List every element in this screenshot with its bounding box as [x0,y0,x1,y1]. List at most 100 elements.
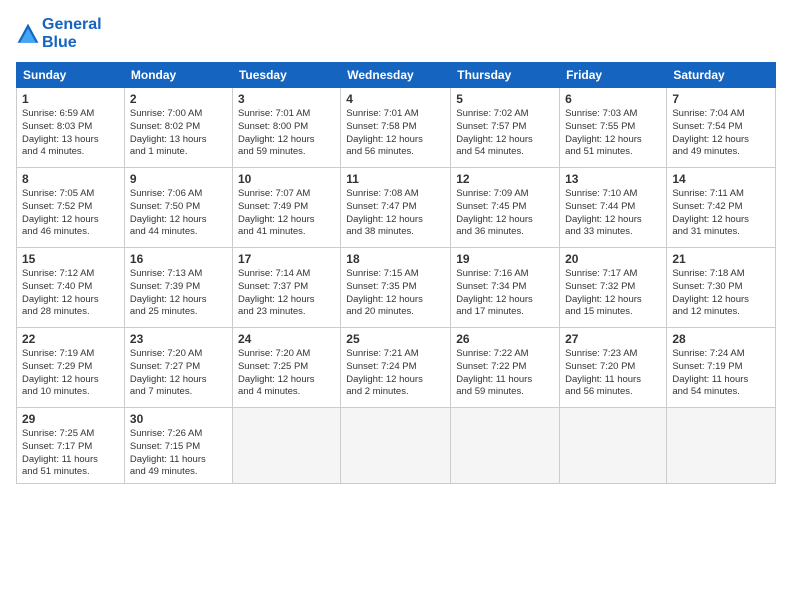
table-row: 18 Sunrise: 7:15 AM Sunset: 7:35 PM Dayli… [341,248,451,328]
table-row: 9 Sunrise: 7:06 AM Sunset: 7:50 PM Daylig… [124,168,232,248]
table-row: 28 Sunrise: 7:24 AM Sunset: 7:19 PM Dayli… [667,328,776,408]
day-info: Sunrise: 7:22 AM Sunset: 7:22 PM Dayligh… [456,348,554,399]
day-info: Sunrise: 7:24 AM Sunset: 7:19 PM Dayligh… [672,348,770,399]
table-row: 12 Sunrise: 7:09 AM Sunset: 7:45 PM Dayli… [451,168,560,248]
day-number: 15 [22,252,119,266]
day-info: Sunrise: 7:12 AM Sunset: 7:40 PM Dayligh… [22,268,119,319]
calendar-header-row: Sunday Monday Tuesday Wednesday Thursday… [17,63,776,88]
table-row: 4 Sunrise: 7:01 AM Sunset: 7:58 PM Daylig… [341,88,451,168]
table-row: 26 Sunrise: 7:22 AM Sunset: 7:22 PM Dayli… [451,328,560,408]
table-row: 20 Sunrise: 7:17 AM Sunset: 7:32 PM Dayli… [560,248,667,328]
logo: General Blue [16,16,102,52]
day-number: 1 [22,92,119,106]
day-info: Sunrise: 7:20 AM Sunset: 7:25 PM Dayligh… [238,348,335,399]
day-number: 27 [565,332,661,346]
calendar-table: Sunday Monday Tuesday Wednesday Thursday… [16,62,776,484]
calendar-week-row: 15 Sunrise: 7:12 AM Sunset: 7:40 PM Dayli… [17,248,776,328]
day-number: 23 [130,332,227,346]
table-row: 27 Sunrise: 7:23 AM Sunset: 7:20 PM Dayli… [560,328,667,408]
day-number: 3 [238,92,335,106]
day-info: Sunrise: 7:19 AM Sunset: 7:29 PM Dayligh… [22,348,119,399]
day-info: Sunrise: 7:17 AM Sunset: 7:32 PM Dayligh… [565,268,661,319]
day-info: Sunrise: 7:00 AM Sunset: 8:02 PM Dayligh… [130,108,227,159]
logo-icon [16,22,40,46]
day-number: 13 [565,172,661,186]
table-row: 7Sunrise: 7:04 AM Sunset: 7:54 PM Daylig… [667,88,776,168]
table-row: 30 Sunrise: 7:26 AM Sunset: 7:15 PM Dayli… [124,408,232,484]
table-row: 19 Sunrise: 7:16 AM Sunset: 7:34 PM Dayli… [451,248,560,328]
day-number: 25 [346,332,445,346]
day-number: 20 [565,252,661,266]
table-row: 21Sunrise: 7:18 AM Sunset: 7:30 PM Dayli… [667,248,776,328]
day-number: 6 [565,92,661,106]
day-info: Sunrise: 7:01 AM Sunset: 8:00 PM Dayligh… [238,108,335,159]
col-saturday: Saturday [667,63,776,88]
day-info: Sunrise: 7:16 AM Sunset: 7:34 PM Dayligh… [456,268,554,319]
table-row: 2 Sunrise: 7:00 AM Sunset: 8:02 PM Daylig… [124,88,232,168]
day-number: 8 [22,172,119,186]
day-info: Sunrise: 7:03 AM Sunset: 7:55 PM Dayligh… [565,108,661,159]
day-info: Sunrise: 7:15 AM Sunset: 7:35 PM Dayligh… [346,268,445,319]
day-info: Sunrise: 7:23 AM Sunset: 7:20 PM Dayligh… [565,348,661,399]
col-tuesday: Tuesday [232,63,340,88]
table-row: 17 Sunrise: 7:14 AM Sunset: 7:37 PM Dayli… [232,248,340,328]
table-row [560,408,667,484]
table-row: 8 Sunrise: 7:05 AM Sunset: 7:52 PM Daylig… [17,168,125,248]
day-number: 19 [456,252,554,266]
day-number: 9 [130,172,227,186]
day-number: 10 [238,172,335,186]
table-row: 29Sunrise: 7:25 AM Sunset: 7:17 PM Dayli… [17,408,125,484]
page: General Blue Sunday Monday Tuesday Wedne… [0,0,792,612]
day-info: Sunrise: 6:59 AM Sunset: 8:03 PM Dayligh… [22,108,119,159]
day-number: 2 [130,92,227,106]
table-row [667,408,776,484]
col-monday: Monday [124,63,232,88]
day-number: 22 [22,332,119,346]
day-info: Sunrise: 7:14 AM Sunset: 7:37 PM Dayligh… [238,268,335,319]
day-info: Sunrise: 7:01 AM Sunset: 7:58 PM Dayligh… [346,108,445,159]
day-info: Sunrise: 7:02 AM Sunset: 7:57 PM Dayligh… [456,108,554,159]
day-number: 5 [456,92,554,106]
day-info: Sunrise: 7:26 AM Sunset: 7:15 PM Dayligh… [130,428,227,479]
table-row: 5 Sunrise: 7:02 AM Sunset: 7:57 PM Daylig… [451,88,560,168]
table-row: 16 Sunrise: 7:13 AM Sunset: 7:39 PM Dayli… [124,248,232,328]
col-sunday: Sunday [17,63,125,88]
calendar-week-row: 1 Sunrise: 6:59 AM Sunset: 8:03 PM Daylig… [17,88,776,168]
col-thursday: Thursday [451,63,560,88]
day-info: Sunrise: 7:20 AM Sunset: 7:27 PM Dayligh… [130,348,227,399]
table-row [232,408,340,484]
day-info: Sunrise: 7:05 AM Sunset: 7:52 PM Dayligh… [22,188,119,239]
day-number: 30 [130,412,227,426]
day-info: Sunrise: 7:21 AM Sunset: 7:24 PM Dayligh… [346,348,445,399]
day-number: 12 [456,172,554,186]
col-friday: Friday [560,63,667,88]
table-row [451,408,560,484]
table-row: 24Sunrise: 7:20 AM Sunset: 7:25 PM Dayli… [232,328,340,408]
day-number: 26 [456,332,554,346]
calendar-week-row: 8 Sunrise: 7:05 AM Sunset: 7:52 PM Daylig… [17,168,776,248]
day-info: Sunrise: 7:06 AM Sunset: 7:50 PM Dayligh… [130,188,227,239]
day-number: 4 [346,92,445,106]
day-info: Sunrise: 7:25 AM Sunset: 7:17 PM Dayligh… [22,428,119,479]
table-row: 25 Sunrise: 7:21 AM Sunset: 7:24 PM Dayli… [341,328,451,408]
table-row: 13 Sunrise: 7:10 AM Sunset: 7:44 PM Dayli… [560,168,667,248]
day-info: Sunrise: 7:09 AM Sunset: 7:45 PM Dayligh… [456,188,554,239]
day-number: 17 [238,252,335,266]
day-info: Sunrise: 7:11 AM Sunset: 7:42 PM Dayligh… [672,188,770,239]
day-info: Sunrise: 7:07 AM Sunset: 7:49 PM Dayligh… [238,188,335,239]
table-row: 14Sunrise: 7:11 AM Sunset: 7:42 PM Dayli… [667,168,776,248]
day-number: 18 [346,252,445,266]
table-row: 6 Sunrise: 7:03 AM Sunset: 7:55 PM Daylig… [560,88,667,168]
table-row [341,408,451,484]
table-row: 1 Sunrise: 6:59 AM Sunset: 8:03 PM Daylig… [17,88,125,168]
day-number: 16 [130,252,227,266]
col-wednesday: Wednesday [341,63,451,88]
table-row: 3 Sunrise: 7:01 AM Sunset: 8:00 PM Daylig… [232,88,340,168]
day-number: 28 [672,332,770,346]
table-row: 10 Sunrise: 7:07 AM Sunset: 7:49 PM Dayli… [232,168,340,248]
day-info: Sunrise: 7:13 AM Sunset: 7:39 PM Dayligh… [130,268,227,319]
day-number: 21 [672,252,770,266]
day-info: Sunrise: 7:10 AM Sunset: 7:44 PM Dayligh… [565,188,661,239]
table-row: 22 Sunrise: 7:19 AM Sunset: 7:29 PM Dayli… [17,328,125,408]
logo-text: General Blue [42,16,102,52]
